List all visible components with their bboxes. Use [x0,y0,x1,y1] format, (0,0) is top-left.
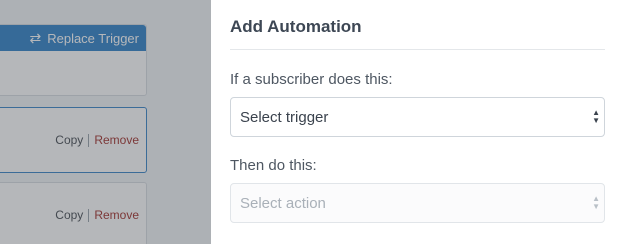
modal-overlay[interactable] [0,0,211,244]
trigger-label: If a subscriber does this: [230,71,393,88]
add-automation-panel: Add Automation If a subscriber does this… [211,0,623,244]
trigger-select[interactable]: Select trigger ▲ ▼ [230,97,605,137]
select-arrows-icon: ▲ ▼ [592,194,600,211]
trigger-select-value: Select trigger [240,108,329,126]
action-select-value: Select action [240,194,326,212]
action-label: Then do this: [230,157,317,174]
panel-title: Add Automation [230,17,362,36]
action-select[interactable]: Select action ▲ ▼ [230,183,605,223]
select-arrows-icon: ▲ ▼ [592,108,600,125]
title-divider [230,49,605,50]
